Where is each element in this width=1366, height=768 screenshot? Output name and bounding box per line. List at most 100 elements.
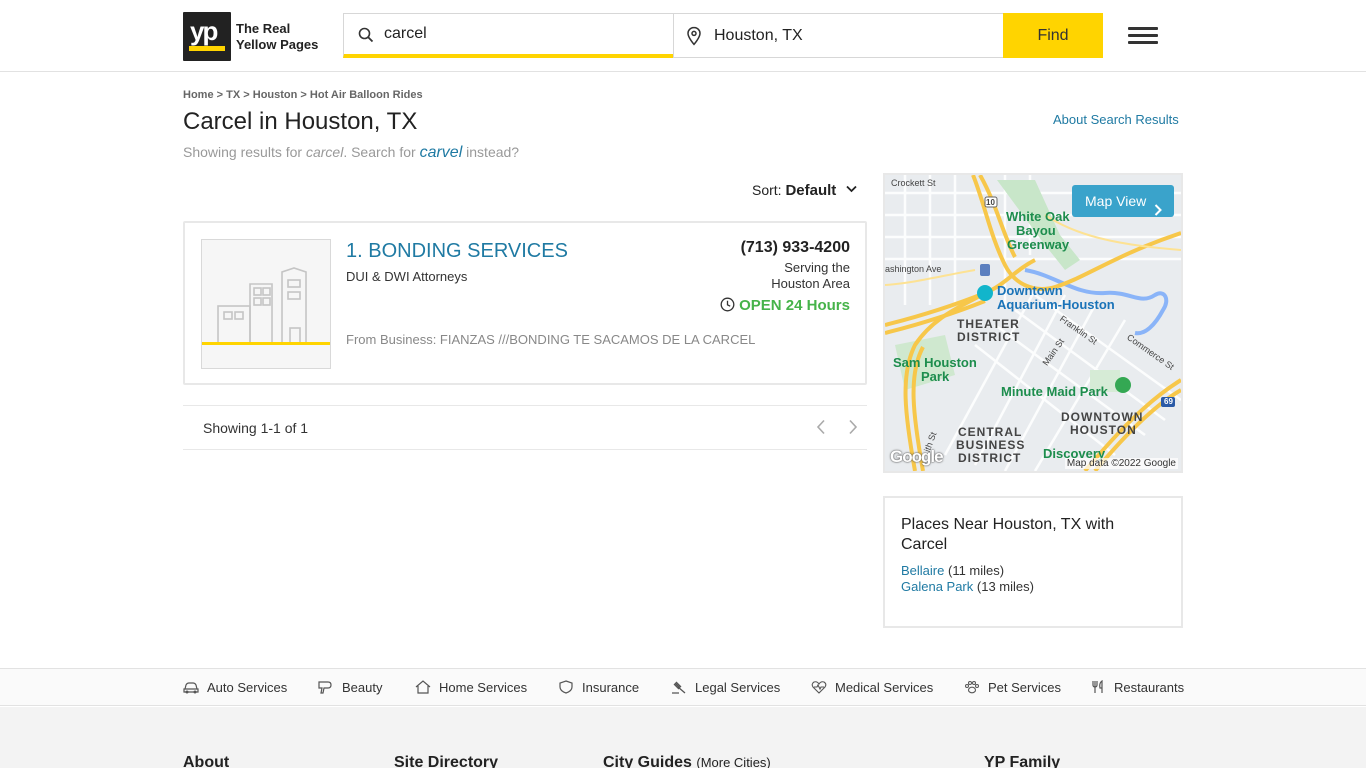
map-label-washington: ashington Ave <box>885 264 942 274</box>
search-suggestion: Showing results for carcel. Search for c… <box>183 144 519 162</box>
building-icon <box>202 267 330 345</box>
map-label-crockett: Crockett St <box>891 178 936 188</box>
category-pet-services[interactable]: Pet Services <box>964 680 1061 695</box>
place-link-bellaire[interactable]: Bellaire <box>901 563 944 578</box>
footer-about[interactable]: About <box>183 754 229 768</box>
results-count: Showing 1-1 of 1 <box>203 420 309 436</box>
home-icon <box>415 680 431 694</box>
footer-yp-family[interactable]: YP Family <box>984 754 1060 768</box>
location-input[interactable] <box>714 14 994 57</box>
breadcrumb: Home > TX > Houston > Hot Air Balloon Ri… <box>183 89 423 101</box>
yp-logo[interactable]: yp <box>183 12 231 61</box>
business-phone[interactable]: (713) 933-4200 <box>741 239 850 257</box>
breadcrumb-tx[interactable]: TX <box>226 89 240 101</box>
car-icon <box>183 682 199 694</box>
map-label-aquarium-2: Aquarium-Houston <box>997 297 1115 312</box>
chevron-right-icon <box>1154 195 1162 227</box>
serving-line2: Houston Area <box>771 276 850 291</box>
map-view-label: Map View <box>1085 193 1147 209</box>
place-distance: (13 miles) <box>976 579 1034 594</box>
find-button[interactable]: Find <box>1003 13 1103 58</box>
site-header: yp The Real Yellow Pages Find <box>0 0 1366 72</box>
next-page-icon[interactable] <box>848 419 858 440</box>
page-title: Carcel in Houston, TX <box>183 108 418 135</box>
results-map[interactable]: Crockett St 10 White Oak Bayou Greenway … <box>883 173 1183 473</box>
showing-term: carcel <box>305 144 344 160</box>
breadcrumb-separator: > <box>243 89 250 101</box>
business-category-link[interactable]: DUI & DWI Attorneys <box>346 269 467 284</box>
category-insurance[interactable]: Insurance <box>558 680 639 695</box>
logo-mark: yp <box>190 16 218 46</box>
category-restaurants[interactable]: Restaurants <box>1090 680 1184 695</box>
business-snippet[interactable]: From Business: FIANZAS ///BONDING TE SAC… <box>346 332 755 347</box>
prev-page-icon[interactable] <box>816 419 826 440</box>
category-beauty[interactable]: Beauty <box>318 680 382 695</box>
result-card: 1. BONDING SERVICES DUI & DWI Attorneys … <box>183 221 867 385</box>
logo-text-line1: The Real <box>236 21 291 36</box>
category-label: Auto Services <box>207 680 288 695</box>
map-label-theater-2: DISTRICT <box>957 330 1021 344</box>
chevron-down-icon <box>846 180 857 196</box>
category-auto-services[interactable]: Auto Services <box>183 680 287 695</box>
footer-more-cities[interactable]: (More Cities) <box>696 755 770 768</box>
instead-text: instead? <box>466 144 520 160</box>
logo-underline <box>189 46 225 51</box>
map-label-downtown-2: HOUSTON <box>1070 423 1137 437</box>
hair-dryer-icon <box>318 681 332 694</box>
clock-icon <box>720 297 735 316</box>
breadcrumb-separator: > <box>300 89 307 101</box>
category-label: Medical Services <box>835 680 934 695</box>
breadcrumb-separator: > <box>216 89 224 101</box>
category-home-services[interactable]: Home Services <box>415 680 527 695</box>
location-box <box>673 13 1004 58</box>
category-legal-services[interactable]: Legal Services <box>671 680 780 695</box>
category-label: Insurance <box>582 680 640 695</box>
map-label-aquarium-1: Downtown <box>997 283 1063 298</box>
map-label-white-oak-1: White Oak <box>1006 209 1070 224</box>
search-icon <box>358 27 374 48</box>
sort-label: Sort: <box>752 182 782 198</box>
logo-text-line2: Yellow Pages <box>236 37 319 52</box>
place-distance: (11 miles) <box>947 563 1005 578</box>
category-label: Home Services <box>439 680 528 695</box>
search-box <box>343 13 674 58</box>
category-label: Legal Services <box>695 680 781 695</box>
heart-pulse-icon <box>811 681 827 694</box>
places-near-panel: Places Near Houston, TX with Carcel Bell… <box>883 496 1183 628</box>
business-name-link[interactable]: 1. BONDING SERVICES <box>346 240 568 263</box>
places-near-item: Galena Park (13 miles) <box>901 579 1034 594</box>
map-label-white-oak-2: Bayou <box>1016 223 1056 238</box>
footer-city-guides-label: City Guides <box>603 754 692 768</box>
search-for-text: . Search for <box>343 144 416 160</box>
sort-dropdown[interactable]: Sort: Default <box>752 180 857 199</box>
category-medical-services[interactable]: Medical Services <box>811 680 933 695</box>
pagination: Showing 1-1 of 1 <box>183 405 867 450</box>
hamburger-menu-icon[interactable] <box>1128 27 1158 45</box>
sort-value: Default <box>785 182 837 199</box>
about-search-results-link[interactable]: About Search Results <box>1053 112 1179 127</box>
open-status-text: OPEN 24 Hours <box>739 297 850 314</box>
business-placeholder-image[interactable] <box>201 239 331 369</box>
google-logo: Google <box>890 447 944 466</box>
category-label: Beauty <box>342 680 383 695</box>
map-label-i69: 69 <box>1164 397 1173 406</box>
search-input[interactable] <box>384 14 664 54</box>
map-label-sam-houston-2: Park <box>921 369 950 384</box>
map-view-button[interactable]: Map View <box>1072 185 1174 217</box>
breadcrumb-home[interactable]: Home <box>183 89 214 101</box>
site-footer: About Site Directory City Guides (More C… <box>0 707 1366 768</box>
paw-icon <box>965 681 979 694</box>
category-label: Pet Services <box>988 680 1061 695</box>
category-bar: Auto Services Beauty Home Services Insur… <box>0 668 1366 706</box>
place-link-galena-park[interactable]: Galena Park <box>901 579 973 594</box>
map-label-cbd-3: DISTRICT <box>958 451 1022 465</box>
footer-site-directory[interactable]: Site Directory <box>394 754 498 768</box>
places-near-item: Bellaire (11 miles) <box>901 563 1004 578</box>
map-label-sam-houston-1: Sam Houston <box>893 355 977 370</box>
utensils-icon <box>1092 680 1103 693</box>
breadcrumb-category[interactable]: Hot Air Balloon Rides <box>310 89 423 101</box>
logo-text[interactable]: The Real Yellow Pages <box>236 21 336 53</box>
suggested-term-link[interactable]: carvel <box>420 144 463 161</box>
breadcrumb-houston[interactable]: Houston <box>253 89 298 101</box>
footer-city-guides[interactable]: City Guides (More Cities) <box>603 754 771 768</box>
